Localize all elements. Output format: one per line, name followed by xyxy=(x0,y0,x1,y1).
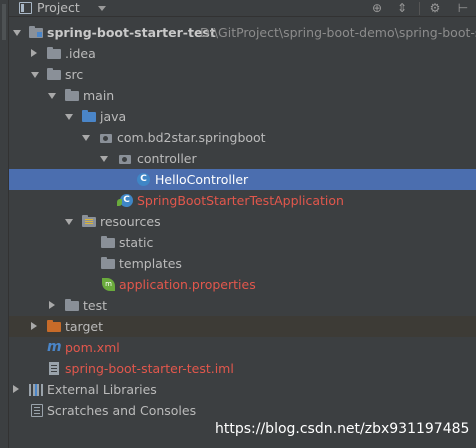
target-label: target xyxy=(65,319,104,334)
package-label: com.bd2star.springboot xyxy=(117,130,266,145)
main-label: main xyxy=(83,88,115,103)
tree-node-idea[interactable]: .idea xyxy=(9,43,476,64)
chevron-down-icon[interactable] xyxy=(98,6,106,11)
scratches-icon xyxy=(31,404,43,417)
tree-node-iml[interactable]: spring-boot-starter-test.iml xyxy=(9,358,476,379)
package-icon xyxy=(119,155,131,164)
package-icon xyxy=(100,134,112,143)
tree-node-src[interactable]: src xyxy=(9,64,476,85)
external-libraries-label: External Libraries xyxy=(47,382,157,397)
tree-node-pom[interactable]: m pom.xml xyxy=(9,337,476,358)
tree-node-static[interactable]: static xyxy=(9,232,476,253)
pom-label: pom.xml xyxy=(65,340,120,355)
folder-icon xyxy=(47,47,61,59)
iml-file-icon xyxy=(49,362,59,375)
side-strip-grip xyxy=(2,4,6,40)
iml-label: spring-boot-starter-test.iml xyxy=(65,361,234,376)
expand-arrow-icon[interactable] xyxy=(65,219,73,225)
expand-arrow-icon[interactable] xyxy=(13,30,21,36)
templates-label: templates xyxy=(119,256,182,271)
folder-icon xyxy=(101,236,115,248)
static-label: static xyxy=(119,235,154,250)
collapsed-arrow-icon[interactable] xyxy=(13,385,19,393)
folder-icon xyxy=(65,299,79,311)
gear-icon[interactable]: ⚙ xyxy=(428,1,442,15)
tree-node-target[interactable]: target xyxy=(9,316,476,337)
tree-node-scratches[interactable]: Scratches and Consoles xyxy=(9,400,476,421)
tree-node-hello-controller[interactable]: C HelloController xyxy=(9,169,476,190)
source-folder-icon xyxy=(82,110,96,122)
scratches-label: Scratches and Consoles xyxy=(47,403,197,418)
app-class-label: SpringBootStarterTestApplication xyxy=(137,193,344,208)
test-label: test xyxy=(83,298,108,313)
expand-arrow-icon[interactable] xyxy=(48,93,56,99)
expand-arrow-icon[interactable] xyxy=(31,72,39,78)
controller-label: controller xyxy=(137,151,197,166)
collapse-all-icon[interactable]: ⇕ xyxy=(395,1,409,15)
java-class-icon: C xyxy=(137,173,150,186)
folder-icon xyxy=(65,89,79,101)
folder-icon xyxy=(101,257,115,269)
tree-node-root[interactable]: spring-boot-starter-test D:\GitProject\s… xyxy=(9,22,476,43)
tree-node-controller[interactable]: controller xyxy=(9,148,476,169)
maven-icon: m xyxy=(47,339,62,355)
expand-arrow-icon[interactable] xyxy=(65,114,73,120)
project-view-icon xyxy=(19,2,32,14)
tree-node-resources[interactable]: resources xyxy=(9,211,476,232)
spring-boot-class-icon: C xyxy=(117,194,133,207)
root-path: D:\GitProject\spring-boot-demo\spring-bo… xyxy=(200,25,476,40)
src-label: src xyxy=(65,67,84,82)
hello-controller-label: HelloController xyxy=(155,172,249,187)
root-label: spring-boot-starter-test xyxy=(47,25,216,40)
module-folder-icon xyxy=(29,26,43,38)
java-label: java xyxy=(100,109,127,124)
tree-node-java[interactable]: java xyxy=(9,106,476,127)
folder-icon xyxy=(47,68,61,80)
library-icon xyxy=(29,384,43,396)
header-divider xyxy=(419,2,420,15)
tree-node-test[interactable]: test xyxy=(9,295,476,316)
collapsed-arrow-icon[interactable] xyxy=(31,322,37,330)
locate-icon[interactable]: ⊕ xyxy=(370,1,384,15)
hide-panel-icon[interactable]: ⊢ xyxy=(456,1,470,15)
spring-properties-icon: m xyxy=(102,278,115,291)
expand-arrow-icon[interactable] xyxy=(82,135,90,141)
tree-node-main[interactable]: main xyxy=(9,85,476,106)
tree-node-app-properties[interactable]: m application.properties xyxy=(9,274,476,295)
resources-folder-icon xyxy=(82,215,96,227)
expand-arrow-icon[interactable] xyxy=(100,156,108,162)
watermark-text: https://blog.csdn.net/zbx931197485 xyxy=(215,421,470,437)
collapsed-arrow-icon[interactable] xyxy=(49,301,55,309)
excluded-folder-icon xyxy=(47,320,61,332)
collapsed-arrow-icon[interactable] xyxy=(31,49,37,57)
project-panel-header: Project ⊕ ⇕ ⚙ ⊢ xyxy=(9,0,476,17)
app-properties-label: application.properties xyxy=(119,277,256,292)
tree-node-package[interactable]: com.bd2star.springboot xyxy=(9,127,476,148)
resources-label: resources xyxy=(100,214,161,229)
idea-label: .idea xyxy=(65,46,96,61)
tool-window-side-strip[interactable] xyxy=(0,0,9,448)
tree-node-app-class[interactable]: C SpringBootStarterTestApplication xyxy=(9,190,476,211)
tree-node-templates[interactable]: templates xyxy=(9,253,476,274)
panel-title[interactable]: Project xyxy=(37,0,80,16)
tree-node-external-libraries[interactable]: External Libraries xyxy=(9,379,476,400)
